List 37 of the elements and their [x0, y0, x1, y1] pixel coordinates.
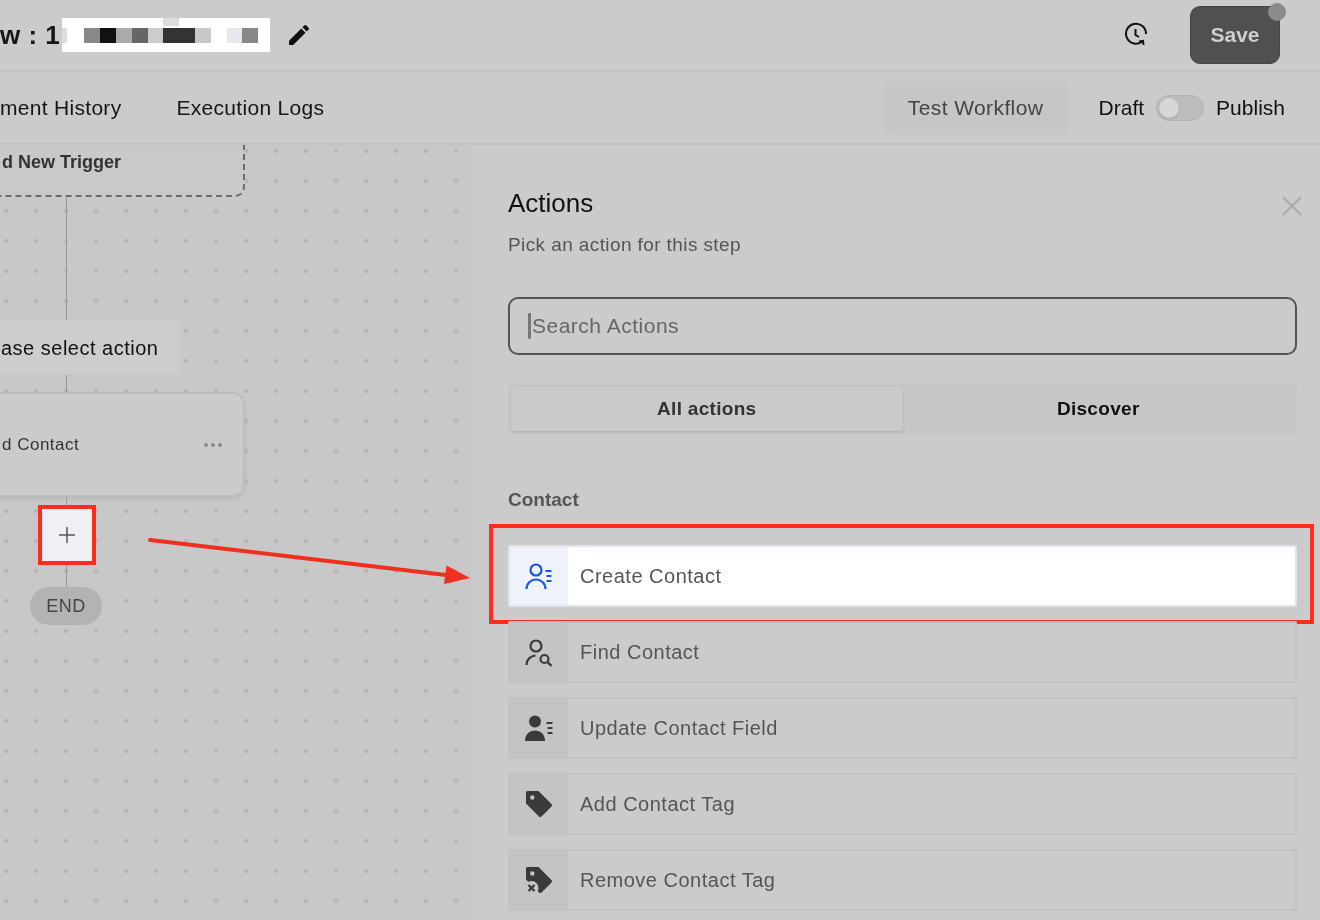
more-icon[interactable]: [204, 442, 222, 447]
tag-remove-icon: [510, 851, 568, 909]
trigger-node[interactable]: d New Trigger: [0, 145, 245, 197]
tag-icon: [510, 775, 568, 833]
plus-icon: [59, 527, 75, 543]
node-label: d Contact: [2, 433, 80, 456]
status-dot-icon: [1268, 3, 1286, 21]
action-item[interactable]: Find Contact: [508, 621, 1297, 683]
pencil-icon[interactable]: [289, 25, 310, 45]
user-search-icon: [510, 623, 568, 681]
nav-tab[interactable]: ment History: [0, 91, 122, 124]
section-heading: Contact: [508, 488, 580, 512]
user-lines-icon: [510, 699, 568, 757]
filter-tab[interactable]: Discover: [902, 387, 1294, 431]
action-item[interactable]: Create Contact: [508, 545, 1297, 607]
user-lines-icon: [510, 547, 568, 605]
action-item[interactable]: Update Contact Field: [508, 697, 1297, 759]
text-cursor-icon: [528, 313, 531, 339]
action-item[interactable]: Remove Contact Tag: [508, 849, 1297, 911]
panel-subtitle: Pick an action for this step: [508, 233, 742, 257]
connector-line: [66, 375, 67, 392]
workflow-title: w : 1: [0, 18, 61, 52]
end-node: END: [30, 587, 102, 625]
filter-tab[interactable]: All actions: [511, 387, 903, 431]
search-field[interactable]: Search Actions: [508, 297, 1297, 355]
action-item[interactable]: Add Contact Tag: [508, 773, 1297, 835]
test-workflow-button[interactable]: Test Workflow: [882, 80, 1069, 135]
save-button[interactable]: Save: [1190, 6, 1280, 64]
select-action-node[interactable]: ase select action: [0, 320, 180, 375]
draft-label: Draft: [1098, 94, 1145, 121]
publish-label: Publish: [1216, 94, 1285, 121]
connector-line: [66, 565, 67, 587]
action-node[interactable]: d Contact: [0, 392, 245, 497]
panel-title: Actions: [508, 187, 594, 219]
connector-line: [66, 497, 67, 505]
publish-toggle[interactable]: [1156, 94, 1205, 121]
nav-tab[interactable]: Execution Logs: [176, 91, 325, 124]
